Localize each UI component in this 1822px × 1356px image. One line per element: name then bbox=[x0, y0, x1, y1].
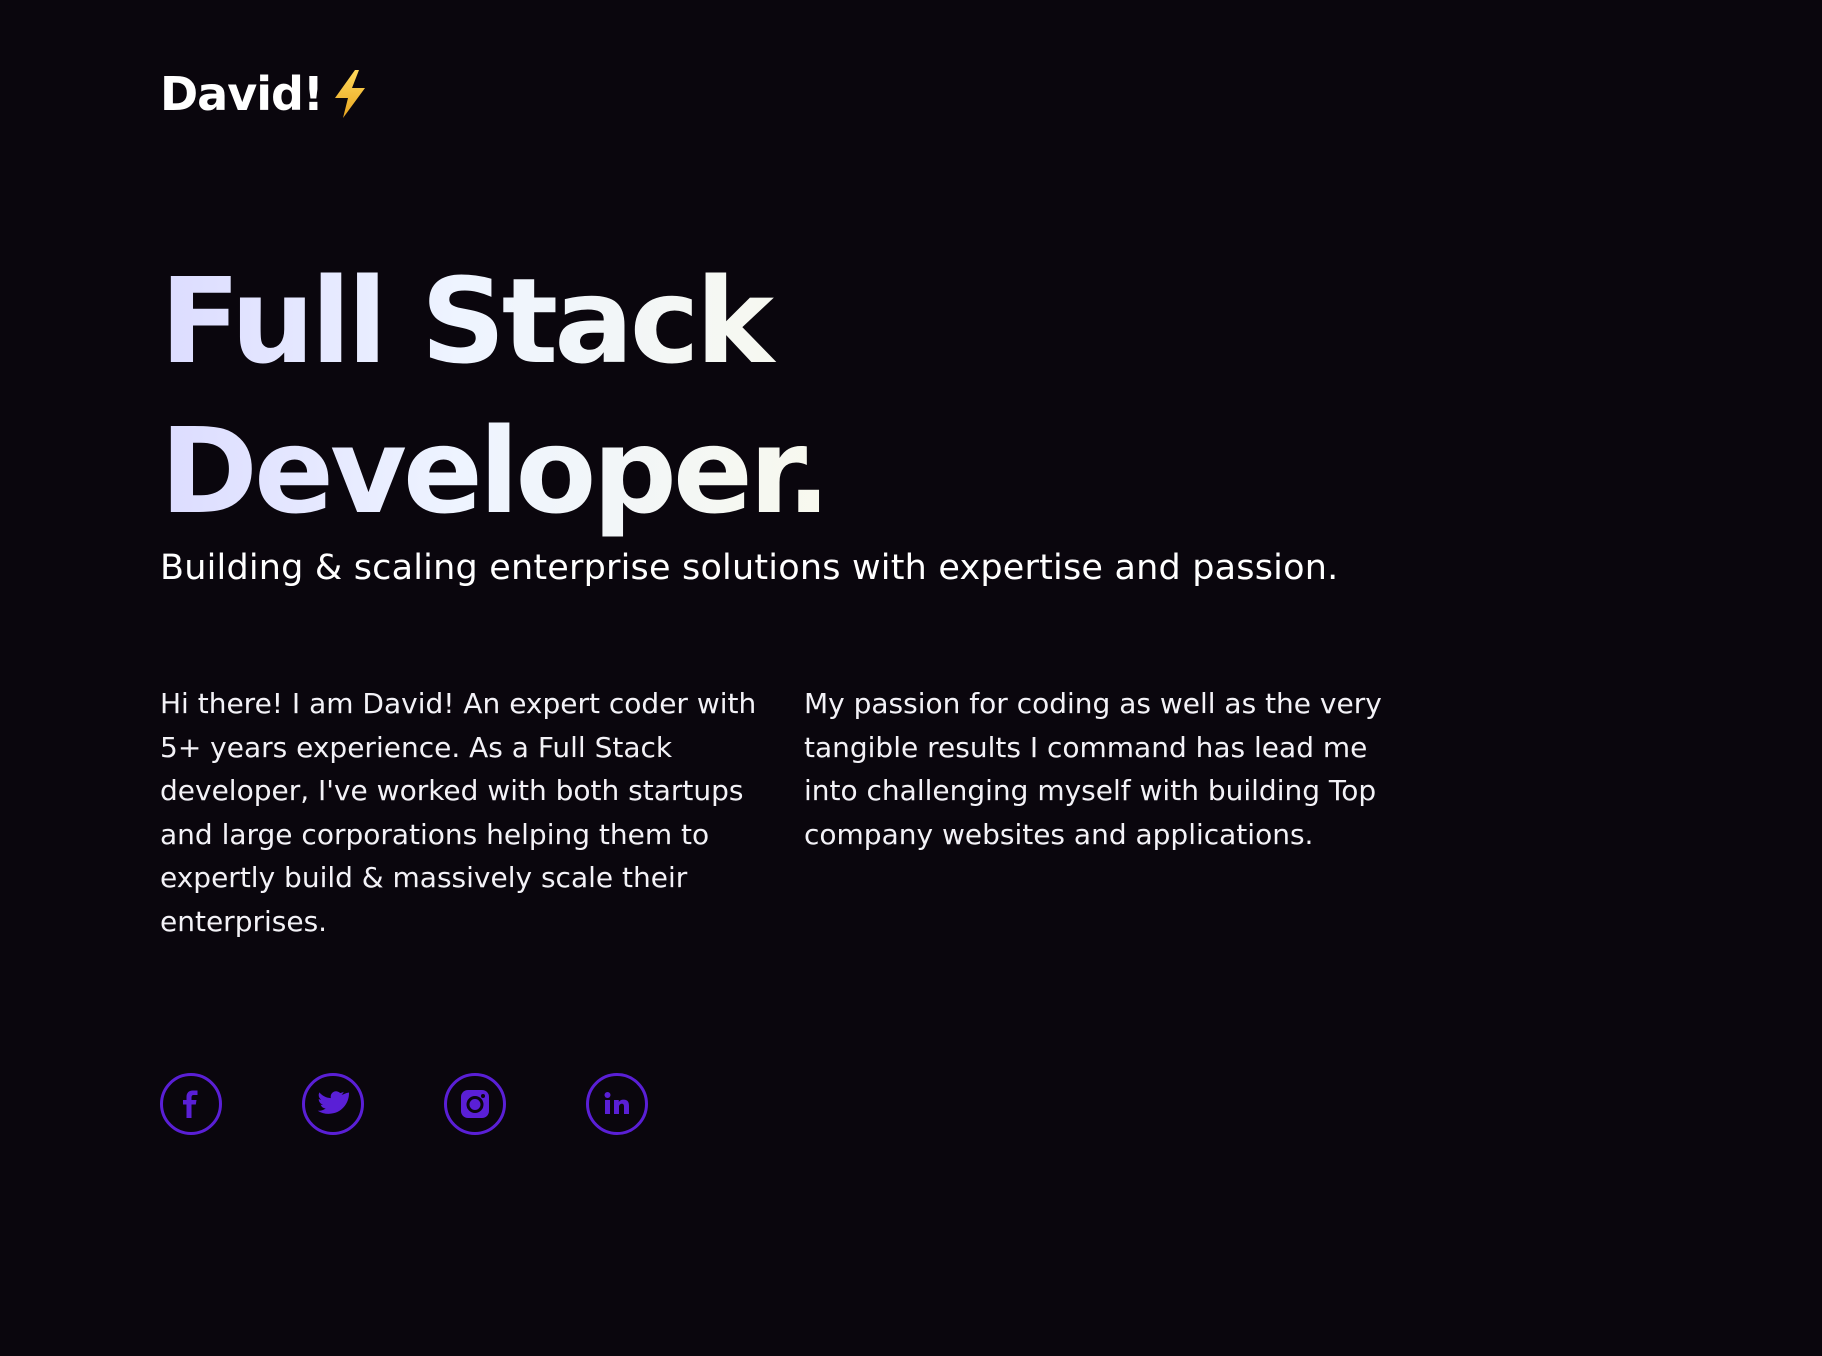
hero-subtitle: Building & scaling enterprise solutions … bbox=[160, 548, 1339, 588]
instagram-link[interactable] bbox=[444, 1073, 506, 1135]
bio-paragraph-right: My passion for coding as well as the ver… bbox=[804, 687, 1382, 851]
instagram-icon bbox=[461, 1090, 489, 1118]
hero-line-2: Developer. bbox=[160, 396, 831, 546]
twitter-link[interactable] bbox=[302, 1073, 364, 1135]
brand-name: David! bbox=[160, 67, 324, 121]
facebook-link[interactable] bbox=[160, 1073, 222, 1135]
linkedin-link[interactable] bbox=[586, 1073, 648, 1135]
brand-logo[interactable]: David! bbox=[160, 64, 371, 124]
bio-paragraph-left: Hi there! I am David! An expert coder wi… bbox=[160, 687, 757, 938]
hero-line-1: Full Stack bbox=[160, 246, 827, 396]
page: David! Full Stack Developer. Building & … bbox=[0, 0, 1822, 1356]
social-links bbox=[160, 1073, 648, 1135]
hero-heading: Full Stack Developer. bbox=[160, 246, 831, 546]
twitter-icon bbox=[317, 1091, 350, 1114]
facebook-icon bbox=[183, 1090, 198, 1118]
linkedin-icon bbox=[604, 1092, 629, 1114]
lightning-bolt-icon bbox=[334, 70, 365, 118]
